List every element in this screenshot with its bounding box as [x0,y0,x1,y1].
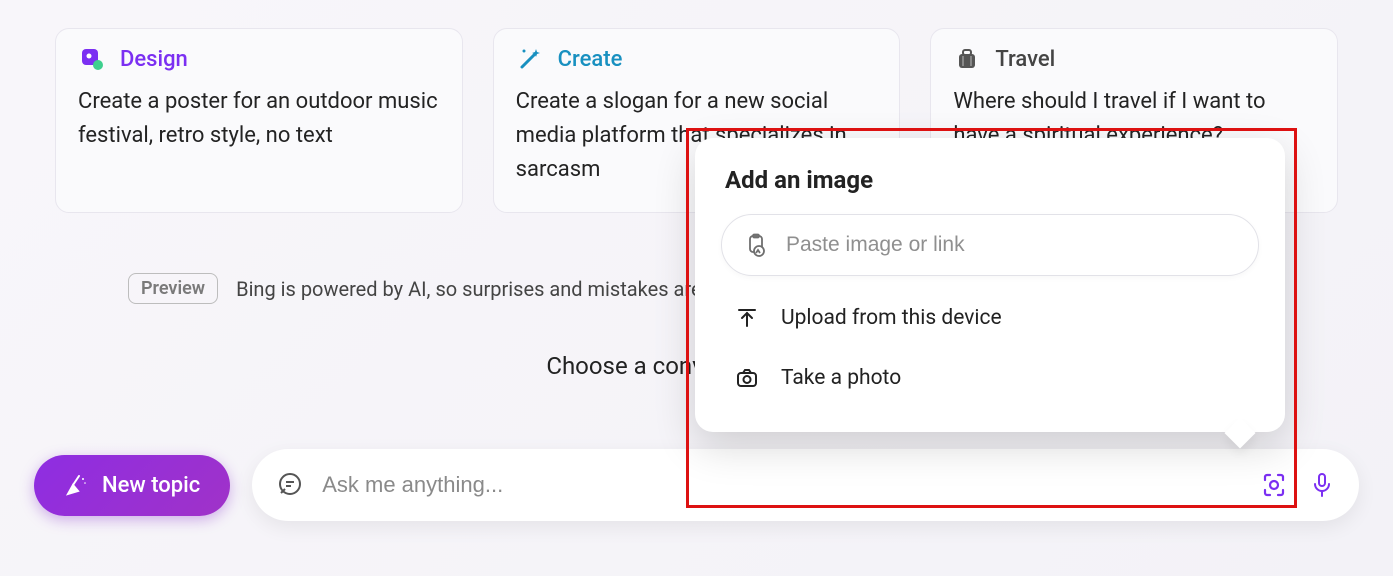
design-icon [78,45,106,73]
add-image-popup: Add an image Upload from this device [695,138,1285,432]
new-topic-label: New topic [102,473,200,498]
card-title: Design [120,47,188,72]
new-topic-button[interactable]: New topic [34,455,230,516]
paste-image-input[interactable] [786,233,1236,257]
suggestion-card-design[interactable]: Design Create a poster for an outdoor mu… [55,28,463,213]
popup-title: Add an image [705,166,1275,214]
upload-icon [735,306,759,330]
card-title: Travel [995,47,1055,72]
clipboard-image-icon [744,233,768,257]
card-title: Create [558,47,623,72]
broom-icon [64,473,88,497]
suitcase-icon [953,45,981,73]
paste-image-field[interactable] [721,214,1259,276]
upload-from-device-option[interactable]: Upload from this device [705,288,1275,348]
take-photo-option[interactable]: Take a photo [705,348,1275,408]
upload-label: Upload from this device [781,306,1002,330]
preview-badge: Preview [128,273,218,304]
chat-icon [276,471,304,499]
microphone-button[interactable] [1309,472,1335,498]
ask-bar[interactable] [252,449,1359,521]
take-photo-label: Take a photo [781,366,901,390]
camera-icon [735,366,759,390]
image-search-button[interactable] [1259,470,1289,500]
ask-input[interactable] [322,472,1241,498]
wand-icon [516,45,544,73]
card-body: Create a poster for an outdoor music fes… [78,85,440,153]
